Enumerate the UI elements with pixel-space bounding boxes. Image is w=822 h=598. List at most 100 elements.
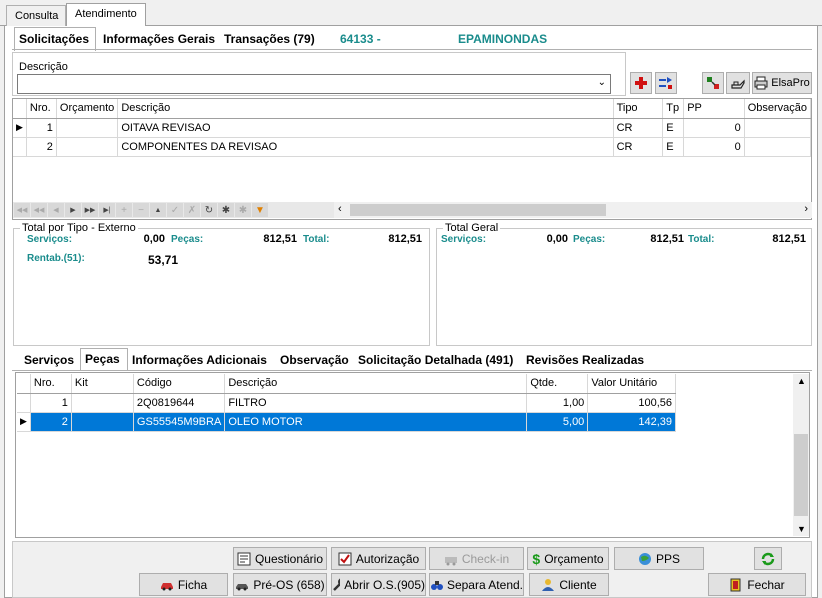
ficha-button[interactable]: Ficha [139,573,228,596]
cell-nro[interactable]: 2 [30,412,72,432]
abrir-os-button[interactable]: Abrir O.S.(905) [331,573,426,596]
cell-orcamento[interactable] [56,118,119,138]
refresh-icon[interactable]: ↻ [201,203,217,217]
table-row-selected[interactable]: ▶ 2 GS55545M9BRA OLEO MOTOR 5,00 142,39 [17,412,676,432]
col-tipo[interactable]: Tipo [613,99,664,119]
separa-atend-button[interactable]: Separa Atend. [429,573,524,596]
cell-orcamento[interactable] [56,137,119,157]
tab-transacoes[interactable]: Transações (79) [220,28,320,50]
orcamento-button[interactable]: $ Orçamento [527,547,609,570]
tab-informacoes-adicionais[interactable]: Informações Adicionais [128,350,271,370]
pps-button[interactable]: PPS [614,547,704,570]
cell-qtde[interactable]: 5,00 [526,412,589,432]
filter-icon[interactable]: ▼ [252,203,268,217]
first-page-icon[interactable]: ◀◀ [14,203,30,217]
add-button[interactable] [630,72,652,94]
scroll-thumb[interactable] [350,204,606,216]
cell-descricao[interactable]: OLEO MOTOR [224,412,528,432]
cell-valor[interactable]: 142,39 [587,412,676,432]
horizontal-scrollbar[interactable]: ‹ › [334,202,812,218]
oil-button[interactable] [726,72,750,94]
cell-nro[interactable]: 1 [30,393,72,413]
delete-icon[interactable]: − [133,203,149,217]
last-icon[interactable]: ▶| [99,203,115,217]
cell-tp[interactable]: E [662,137,685,157]
cell-kit[interactable] [71,412,134,432]
refresh-button[interactable] [754,547,782,570]
col-orcamento[interactable]: Orçamento [56,99,119,119]
cell-tipo[interactable]: CR [613,118,664,138]
cell-tp[interactable]: E [662,118,685,138]
cell-obs[interactable] [744,118,812,138]
cell-pp[interactable]: 0 [683,137,745,157]
vertical-scrollbar[interactable]: ▲ ▼ [793,374,809,536]
cell-obs[interactable] [744,137,812,157]
tab-solicitacoes[interactable]: Solicitações [14,27,96,51]
col-nro[interactable]: Nro. [30,374,72,394]
scroll-right-icon[interactable]: › [804,203,808,215]
post-icon[interactable]: ✓ [167,203,183,217]
elsapro-button[interactable]: ElsaPro [752,72,812,94]
next-page-icon[interactable]: ▶▶ [82,203,98,217]
import-button[interactable] [655,72,677,94]
table-row[interactable]: ▶ 1 OITAVA REVISAO CR E 0 [13,118,812,138]
tab-servicos[interactable]: Serviços [20,350,78,370]
scroll-left-icon[interactable]: ‹ [338,203,342,215]
prev-icon[interactable]: ◀ [48,203,64,217]
geral-servicos-value: 0,00 [546,233,568,245]
tab-observacao[interactable]: Observação [276,350,353,370]
chevron-down-icon[interactable]: ⌄ [598,77,606,88]
divider [12,370,812,371]
cell-kit[interactable] [71,393,134,413]
tab-revisoes-realizadas[interactable]: Revisões Realizadas [522,350,648,370]
col-observacao[interactable]: Observação [744,99,812,119]
preos-button[interactable]: Pré-OS (658) [233,573,327,596]
table-row[interactable]: 2 COMPONENTES DA REVISAO CR E 0 [13,137,812,157]
fechar-button[interactable]: Fechar [708,573,806,596]
cell-nro[interactable]: 2 [26,137,57,157]
autorizacao-button[interactable]: Autorização [331,547,426,570]
table-row[interactable]: 1 2Q0819644 FILTRO 1,00 100,56 [17,393,676,413]
col-qtde[interactable]: Qtde. [526,374,589,394]
cell-codigo[interactable]: GS55545M9BRA [133,412,226,432]
scroll-thumb[interactable] [794,434,808,516]
cliente-button[interactable]: Cliente [529,573,609,596]
tab-pecas[interactable]: Peças [80,348,128,371]
tab-solicitacao-detalhada[interactable]: Solicitação Detalhada (491) [354,350,517,370]
workflow-button[interactable] [702,72,724,94]
cell-pp[interactable]: 0 [683,118,745,138]
prev-page-icon[interactable]: ◀◀ [31,203,47,217]
col-valor-unitario[interactable]: Valor Unitário [587,374,676,394]
cell-codigo[interactable]: 2Q0819644 [133,393,226,413]
col-codigo[interactable]: Código [133,374,226,394]
col-tp[interactable]: Tp [662,99,685,119]
bookmark-icon[interactable]: ✱ [218,203,234,217]
cell-valor[interactable]: 100,56 [587,393,676,413]
tab-consulta[interactable]: Consulta [6,5,66,26]
row-indicator [13,137,27,157]
questionario-button[interactable]: Questionário [233,547,327,570]
checkin-button: Check-in [429,547,524,570]
col-pp[interactable]: PP [683,99,745,119]
goto-bookmark-icon[interactable]: ✱ [235,203,251,217]
cell-nro[interactable]: 1 [26,118,57,138]
refresh-icon [761,552,775,565]
insert-icon[interactable]: + [116,203,132,217]
col-kit[interactable]: Kit [71,374,134,394]
tab-informacoes-gerais[interactable]: Informações Gerais [99,28,219,50]
cell-tipo[interactable]: CR [613,137,664,157]
next-icon[interactable]: ▶ [65,203,81,217]
description-combo[interactable]: ⌄ [17,74,611,94]
col-nro[interactable]: Nro. [26,99,57,119]
scroll-down-icon[interactable]: ▼ [797,524,806,534]
cancel-icon[interactable]: ✗ [184,203,200,217]
cell-descricao[interactable]: FILTRO [224,393,528,413]
cell-qtde[interactable]: 1,00 [526,393,589,413]
tab-atendimento[interactable]: Atendimento [66,3,146,27]
col-descricao[interactable]: Descrição [224,374,528,394]
col-descricao[interactable]: Descrição [117,99,614,119]
scroll-up-icon[interactable]: ▲ [797,376,806,386]
edit-icon[interactable]: ▲ [150,203,166,217]
cell-descricao[interactable]: OITAVA REVISAO [117,118,614,138]
cell-descricao[interactable]: COMPONENTES DA REVISAO [117,137,614,157]
